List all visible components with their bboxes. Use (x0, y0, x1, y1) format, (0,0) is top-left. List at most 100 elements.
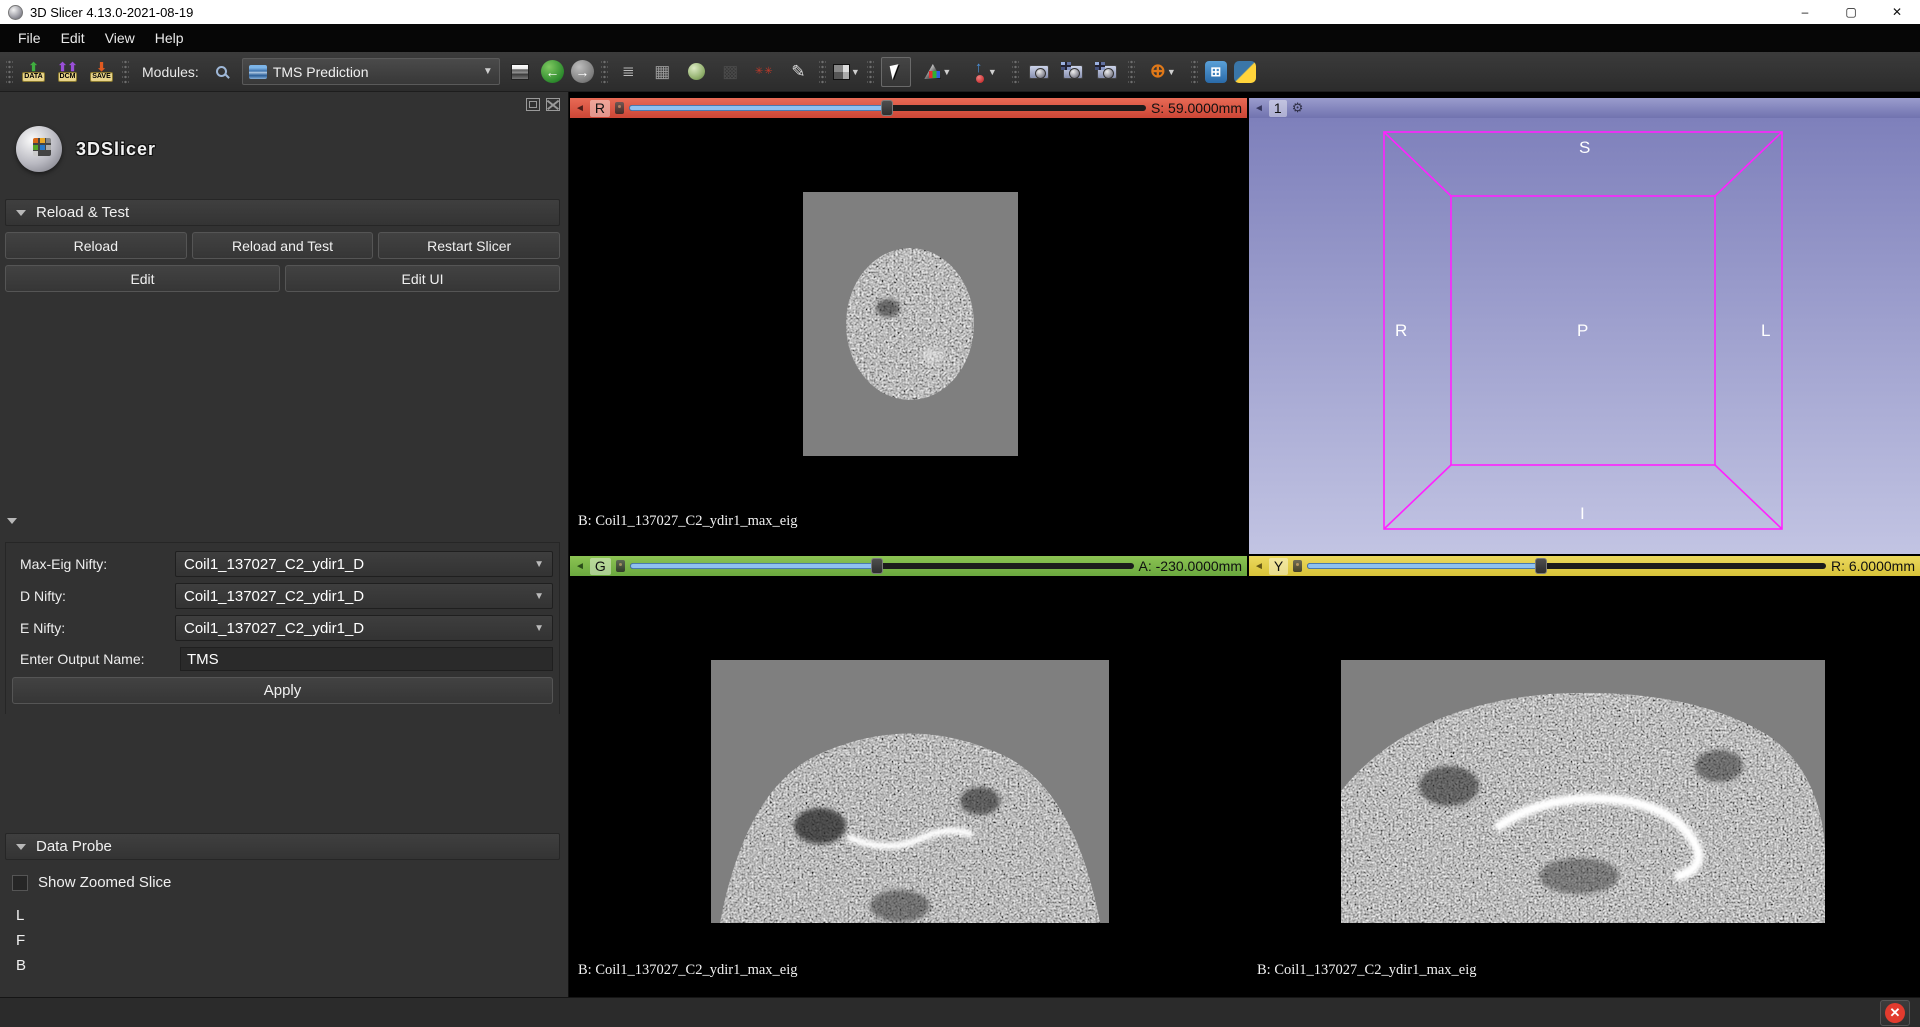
chevron-down-icon: ▼ (534, 591, 544, 602)
yellow-viewport[interactable]: B: Coil1_137027_C2_ydir1_max_eig (1249, 576, 1920, 999)
layout-selector[interactable]: ▼ (833, 58, 860, 86)
slider-handle[interactable] (881, 100, 893, 116)
models-sphere-icon[interactable] (683, 58, 710, 86)
red-slice-controller: ◄ R S: 59.0000mm (570, 98, 1247, 118)
crosshair-button[interactable]: ⊕ ▼ (1142, 58, 1184, 86)
menu-file[interactable]: File (8, 26, 51, 50)
collapse-pin-icon[interactable]: ◄ (1254, 103, 1264, 114)
module-selector[interactable]: TMS Prediction ▼ (242, 58, 500, 85)
gear-icon[interactable]: ⚙ (1292, 100, 1304, 116)
output-name-input[interactable]: TMS (180, 647, 553, 671)
red-view-label: R (590, 100, 610, 117)
restart-slicer-button[interactable]: Restart Slicer (378, 232, 560, 259)
error-icon: ✕ (1885, 1003, 1905, 1023)
pushpin-icon[interactable] (1293, 560, 1302, 572)
crosshair-icon: ⊕ (1150, 63, 1166, 81)
markups-pen-icon[interactable]: ✎ (785, 58, 812, 86)
main-toolbar: ⬆ DATA ⬆⬆ DCM ⬇ SAVE Modules: TMS Predic… (0, 52, 1920, 92)
apply-button[interactable]: Apply (12, 677, 553, 704)
forward-arrow-button[interactable]: → (571, 60, 594, 83)
menu-edit[interactable]: Edit (51, 26, 95, 50)
place-fiducial-button[interactable]: ↑ ▼ (965, 58, 1005, 86)
toolbar-grip[interactable] (6, 60, 13, 84)
yellow-slice-view: ◄ Y R: 6.0000mm (1249, 556, 1920, 999)
menu-bar: File Edit View Help (0, 24, 1920, 52)
module-search-icon[interactable] (208, 58, 235, 86)
max-eig-nifty-combo[interactable]: Coil1_137027_C2_ydir1_D ▼ (175, 551, 553, 577)
panel-close-icon[interactable] (546, 98, 560, 111)
collapse-triangle-icon[interactable] (7, 518, 17, 524)
d-nifty-label: D Nifty: (20, 588, 175, 604)
probe-row-f: F (16, 932, 26, 957)
threed-viewport[interactable]: S R P L I (1249, 118, 1920, 554)
orientation-label-superior: S (1579, 138, 1590, 158)
e-nifty-label: E Nifty: (20, 620, 175, 636)
slider-handle[interactable] (871, 558, 883, 574)
chevron-down-icon: ▼ (534, 559, 544, 570)
data-probe-section-header[interactable]: Data Probe (5, 833, 560, 860)
volume-cube-icon[interactable]: ▦ (649, 58, 676, 86)
annotations-icon[interactable]: ✳✳ (751, 58, 778, 86)
pushpin-icon[interactable] (615, 102, 624, 114)
red-slice-slider[interactable] (629, 100, 1146, 116)
collapse-pin-icon[interactable]: ◄ (575, 561, 585, 572)
red-viewport[interactable]: B: Coil1_137027_C2_ydir1_max_eig (570, 118, 1247, 554)
scene-view-capture-button[interactable] (1060, 58, 1087, 86)
module-history-icon[interactable] (507, 58, 534, 86)
reload-and-test-button[interactable]: Reload and Test (192, 232, 374, 259)
threed-view-controller: ◄ 1 ⚙ (1249, 98, 1920, 118)
yellow-slice-offset: R: 6.0000mm (1831, 558, 1915, 574)
layout-grid-icon (833, 64, 850, 80)
window-level-button[interactable]: ▼ (918, 58, 958, 86)
minimize-button[interactable]: – (1782, 0, 1828, 24)
cursor-icon (890, 64, 902, 80)
extensions-manager-icon[interactable]: ⊞ (1205, 61, 1227, 83)
mouse-interaction-button[interactable] (881, 57, 911, 87)
module-selector-value: TMS Prediction (273, 64, 369, 80)
show-zoomed-slice-checkbox[interactable] (12, 875, 28, 891)
yellow-volume-label: B: Coil1_137027_C2_ydir1_max_eig (1257, 962, 1477, 979)
menu-help[interactable]: Help (145, 26, 194, 50)
threed-view-badge: 1 (1269, 100, 1287, 117)
red-slice-view: ◄ R S: 59.0000mm B: Coil1_137027_C (570, 98, 1247, 554)
window-level-icon (924, 64, 941, 79)
reload-button[interactable]: Reload (5, 232, 187, 259)
green-slice-slider[interactable] (630, 558, 1134, 574)
load-data-icon[interactable]: ⬆ DATA (20, 58, 47, 86)
title-bar: 3D Slicer 4.13.0-2021-08-19 – ▢ ✕ (0, 0, 1920, 24)
panel-float-icon[interactable] (526, 98, 540, 111)
toolbar-separator (601, 60, 608, 84)
close-button[interactable]: ✕ (1874, 0, 1920, 24)
fiducial-icon: ↑ (973, 61, 987, 83)
python-console-icon[interactable] (1234, 61, 1256, 83)
save-icon[interactable]: ⬇ SAVE (88, 58, 115, 86)
e-nifty-combo[interactable]: Coil1_137027_C2_ydir1_D ▼ (175, 615, 553, 641)
menu-view[interactable]: View (95, 26, 145, 50)
status-bar: ✕ (0, 997, 1920, 1027)
collapse-pin-icon[interactable]: ◄ (575, 103, 585, 114)
module-panel: 3DSlicer Reload & Test Reload Reload and… (0, 92, 569, 997)
data-probe-rows: L F B (16, 907, 26, 982)
scene-view-restore-button[interactable] (1094, 58, 1121, 86)
slider-handle[interactable] (1535, 558, 1547, 574)
green-slice-controller: ◄ G A: -230.0000mm (570, 556, 1247, 576)
maximize-button[interactable]: ▢ (1828, 0, 1874, 24)
green-viewport[interactable]: B: Coil1_137027_C2_ydir1_max_eig (570, 576, 1247, 999)
toolbar-grip[interactable] (122, 60, 129, 84)
edit-button[interactable]: Edit (5, 265, 280, 292)
green-slice-offset: A: -230.0000mm (1139, 558, 1243, 574)
collapse-pin-icon[interactable]: ◄ (1254, 561, 1264, 572)
screenshot-button[interactable] (1026, 58, 1053, 86)
crosshatch-icon[interactable]: ▩ (717, 58, 744, 86)
back-arrow-button[interactable]: ← (541, 60, 564, 83)
error-log-button[interactable]: ✕ (1880, 1000, 1910, 1026)
toolbar-separator (867, 60, 874, 84)
subject-hierarchy-icon[interactable]: ≣ (615, 58, 642, 86)
chevron-down-icon: ▼ (534, 623, 544, 634)
d-nifty-combo[interactable]: Coil1_137027_C2_ydir1_D ▼ (175, 583, 553, 609)
reload-test-section-header[interactable]: Reload & Test (5, 199, 560, 226)
pushpin-icon[interactable] (616, 560, 625, 572)
dicom-icon[interactable]: ⬆⬆ DCM (54, 58, 81, 86)
yellow-slice-slider[interactable] (1307, 558, 1826, 574)
edit-ui-button[interactable]: Edit UI (285, 265, 560, 292)
